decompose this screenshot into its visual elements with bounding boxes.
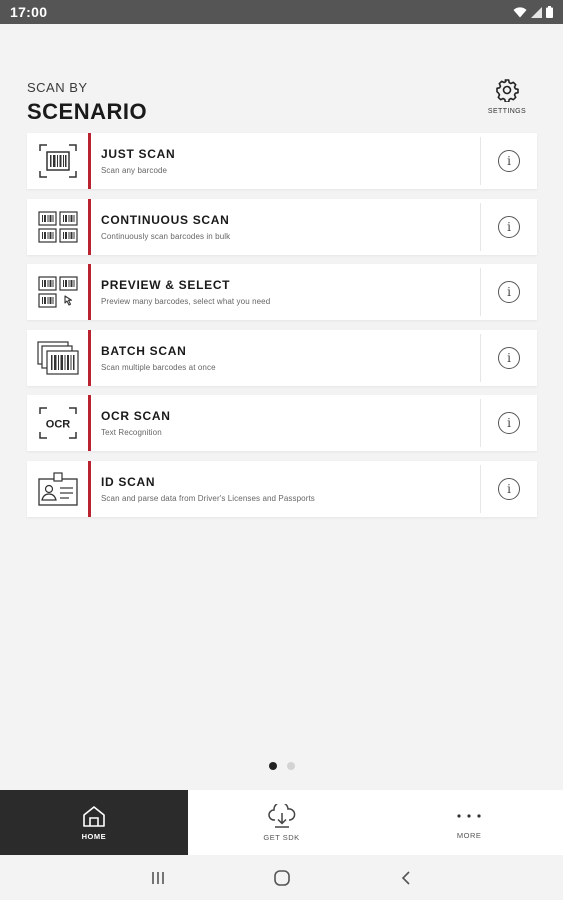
scenario-batch-scan[interactable]: BATCH SCAN Scan multiple barcodes at onc… — [27, 329, 537, 386]
scenario-description: Continuously scan barcodes in bulk — [101, 231, 231, 241]
stacked-barcode-icon — [36, 340, 79, 375]
scenario-id-scan[interactable]: ID SCAN Scan and parse data from Driver'… — [27, 460, 537, 517]
info-icon[interactable]: i — [498, 150, 520, 172]
nav-get-sdk[interactable]: GET SDK — [188, 790, 376, 855]
recent-apps-icon — [151, 871, 164, 884]
nav-more[interactable]: MORE — [375, 790, 563, 855]
nav-get-sdk-label: GET SDK — [263, 832, 300, 842]
page-dot-2[interactable] — [286, 762, 295, 770]
page-header: SCAN BY SCENARIO SETTINGS — [27, 76, 537, 126]
more-dots-icon — [457, 813, 481, 818]
scenario-title: JUST SCAN — [101, 147, 176, 161]
scenario-title: PREVIEW & SELECT — [101, 278, 231, 292]
info-icon[interactable]: i — [498, 215, 520, 238]
scenario-ocr-scan[interactable]: OCR OCR SCAN Text Recognition i — [27, 395, 537, 451]
gear-icon — [496, 79, 519, 102]
nav-home[interactable]: HOME — [0, 790, 188, 855]
recent-apps-button[interactable] — [146, 866, 170, 890]
home-circle-icon — [273, 869, 290, 886]
info-icon[interactable]: i — [498, 346, 520, 369]
bottom-nav: HOME GET SDK MORE — [0, 790, 563, 855]
svg-text:OCR: OCR — [45, 419, 70, 431]
scenario-description: Scan and parse data from Driver's Licens… — [101, 493, 315, 503]
info-icon[interactable]: i — [498, 477, 520, 500]
home-icon — [83, 805, 105, 827]
multi-barcode-icon — [37, 210, 78, 243]
scenario-description: Text Recognition — [101, 428, 162, 437]
signal-icon — [531, 6, 542, 18]
id-card-icon — [37, 471, 78, 506]
scenario-title: ID SCAN — [101, 474, 156, 489]
page-dot-1[interactable] — [268, 762, 277, 770]
status-time: 17:00 — [10, 4, 48, 20]
info-icon[interactable]: i — [498, 412, 520, 434]
status-bar: 17:00 — [0, 0, 563, 24]
nav-more-label: MORE — [456, 830, 482, 840]
scenario-just-scan[interactable]: JUST SCAN Scan any barcode i — [27, 133, 537, 189]
info-icon[interactable]: i — [498, 281, 520, 303]
cloud-download-icon — [267, 803, 295, 828]
settings-label: SETTINGS — [487, 108, 527, 115]
scenario-preview-select[interactable]: PREVIEW & SELECT Preview many barcodes, … — [27, 264, 537, 320]
scenario-description: Scan any barcode — [101, 166, 168, 175]
nav-home-label: HOME — [81, 831, 107, 841]
scenario-title: BATCH SCAN — [101, 343, 187, 358]
scenario-continuous-scan[interactable]: CONTINUOUS SCAN Continuously scan barcod… — [27, 198, 537, 255]
status-icons — [513, 6, 553, 18]
page-subtitle: SCAN BY — [27, 80, 88, 95]
ocr-icon: OCR — [38, 407, 77, 439]
page-title: SCENARIO — [27, 99, 148, 124]
scenario-description: Preview many barcodes, select what you n… — [101, 297, 271, 306]
barcode-frame-icon — [38, 144, 77, 178]
back-button[interactable] — [394, 866, 418, 890]
back-chevron-icon — [401, 870, 410, 885]
scenario-title: OCR SCAN — [101, 409, 171, 423]
settings-button[interactable]: SETTINGS — [477, 76, 537, 122]
scenario-list: JUST SCAN Scan any barcode i CONTINUOUS … — [27, 133, 537, 526]
wifi-icon — [513, 6, 527, 17]
scenario-title: CONTINUOUS SCAN — [101, 212, 230, 227]
barcode-select-icon — [37, 276, 78, 308]
scenario-description: Scan multiple barcodes at once — [101, 362, 216, 372]
home-system-button[interactable] — [270, 866, 294, 890]
battery-icon — [546, 6, 553, 18]
page-indicator — [0, 762, 563, 770]
system-nav-bar — [0, 855, 563, 900]
